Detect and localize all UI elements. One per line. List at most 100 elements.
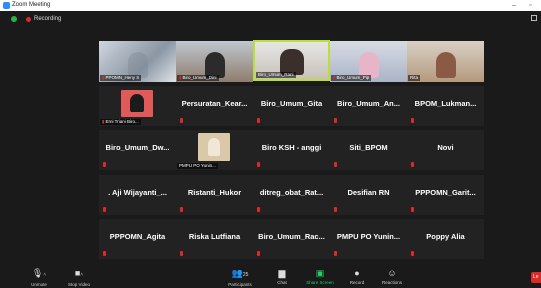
meeting-topbar — [0, 11, 541, 28]
view-grid-icon[interactable] — [531, 15, 537, 21]
participant-name: Biro_Umum_Rani — [256, 72, 296, 78]
muted-mic-icon — [334, 118, 337, 123]
muted-mic-icon — [103, 251, 106, 256]
unmute-button[interactable]: 🎙˄ Unmute — [28, 268, 50, 288]
video-tile[interactable]: ▮Biro_Umum_Dini — [176, 41, 253, 82]
video-tile[interactable]: Rita — [407, 41, 484, 82]
participant-tile[interactable]: PPPOMN_Agita — [99, 219, 176, 259]
participant-tile[interactable]: Siti_BPOM — [330, 130, 407, 170]
muted-mic-icon — [103, 162, 106, 167]
participant-name: Siti_BPOM — [349, 143, 388, 152]
participant-tile[interactable]: Poppy Alia — [407, 219, 484, 259]
video-tile[interactable]: ▮Biro_Umum_Pip — [330, 41, 407, 82]
participant-name: . Aji Wijayanti_... — [108, 188, 167, 197]
recording-dot-icon — [26, 17, 31, 22]
share-screen-icon: ▣ — [315, 268, 325, 278]
chat-label: Chat — [277, 280, 287, 285]
participant-name: Persuratan_Kear... — [181, 99, 248, 108]
participants-icon: 👥25 — [231, 268, 249, 278]
participant-tile[interactable]: ▮Erni Triani Biro... — [99, 86, 176, 126]
participant-tile[interactable]: Persuratan_Kear... — [176, 86, 253, 126]
share-screen-label: Share Screen — [306, 280, 334, 285]
minimize-icon[interactable]: – — [512, 1, 516, 10]
stop-video-button[interactable]: ■˄ Stop Video — [64, 268, 94, 288]
video-tile[interactable]: ▮PPOMN_Heny S — [99, 41, 176, 82]
muted-mic-icon — [257, 251, 260, 256]
muted-mic-icon — [180, 207, 183, 212]
zoom-logo-icon — [3, 2, 10, 9]
video-tile-active-speaker[interactable]: Biro_Umum_Rani — [253, 40, 330, 81]
muted-mic-icon — [411, 207, 414, 212]
participant-name: PMPU PO Yunin... — [336, 232, 401, 241]
stop-video-label: Stop Video — [68, 282, 90, 287]
participant-tile[interactable]: Novi — [407, 130, 484, 170]
muted-mic-icon — [334, 251, 337, 256]
muted-mic-icon — [411, 251, 414, 256]
chat-button[interactable]: ▆ Chat — [272, 268, 292, 286]
record-button[interactable]: ● Record — [346, 268, 368, 286]
participant-name: Biro_Umum_Gita — [260, 99, 323, 108]
muted-mic-icon — [257, 118, 260, 123]
participant-tile[interactable]: Biro_Umum_Gita — [253, 86, 330, 126]
muted-mic-icon — [180, 251, 183, 256]
participant-tile[interactable]: Desifian RN — [330, 175, 407, 215]
muted-mic-icon — [180, 118, 183, 123]
participant-name: Rita — [408, 75, 421, 81]
muted-mic-icon — [257, 207, 260, 212]
participant-name: Ristanti_Hukor — [187, 188, 242, 197]
leave-button[interactable]: Le — [531, 272, 541, 283]
security-shield-icon[interactable] — [11, 16, 17, 22]
participant-tile[interactable]: ditreg_obat_Rat... — [253, 175, 330, 215]
participant-name: PPPOMN_Garit... — [415, 188, 476, 197]
mic-muted-icon: 🎙˄ — [31, 268, 47, 278]
participant-name: PPPOMN_Agita — [109, 232, 166, 241]
muted-mic-icon — [103, 207, 106, 212]
participants-button[interactable]: 👥25 Participants — [222, 268, 258, 288]
profile-photo — [198, 133, 230, 161]
share-screen-button[interactable]: ▣ Share Screen — [303, 268, 337, 286]
video-feed — [435, 52, 456, 78]
participant-name: ditreg_obat_Rat... — [259, 188, 324, 197]
participant-name: Novi — [437, 143, 454, 152]
reactions-label: Reactions — [381, 280, 402, 285]
participant-name: Biro_Umum_An... — [337, 99, 400, 108]
participant-tile[interactable]: PPPOMN_Garit... — [407, 175, 484, 215]
profile-photo — [121, 90, 153, 117]
participant-tile[interactable]: Biro_Umum_An... — [330, 86, 407, 126]
window-title: Zoom Meeting — [12, 2, 51, 8]
participant-tile[interactable]: Biro_Umum_Dw... — [99, 130, 176, 170]
window-titlebar: Zoom Meeting – ▫ — [0, 0, 541, 11]
maximize-icon[interactable]: ▫ — [529, 1, 531, 10]
muted-mic-icon — [411, 162, 414, 167]
participant-tile[interactable]: Riska Lutfiana — [176, 219, 253, 259]
video-camera-icon: ■˄ — [74, 268, 84, 278]
participant-name: ▮Biro_Umum_Dini — [177, 75, 219, 81]
recording-label: Recording — [34, 16, 62, 22]
participant-tile[interactable]: Biro_Umum_Rac... — [253, 219, 330, 259]
participant-tile[interactable]: PMPU PO Yunin... — [330, 219, 407, 259]
participant-name: Biro KSH - anggi — [261, 143, 322, 152]
participant-tile[interactable]: BPOM_Lukman... — [407, 86, 484, 126]
participant-tile[interactable]: Biro KSH - anggi — [253, 130, 330, 170]
chat-bubble-icon: ▆ — [278, 268, 286, 278]
record-label: Record — [349, 280, 365, 285]
muted-mic-icon — [334, 207, 337, 212]
participant-tile[interactable]: Ristanti_Hukor — [176, 175, 253, 215]
unmute-label: Unmute — [31, 282, 47, 287]
participant-name: Desifian RN — [347, 188, 390, 197]
muted-mic-icon — [257, 162, 260, 167]
participant-tile[interactable]: . Aji Wijayanti_... — [99, 175, 176, 215]
participant-name: Biro_Umum_Dw... — [105, 143, 170, 152]
smiley-icon: ☺ — [387, 268, 397, 278]
participant-tile[interactable]: PMPU PO Yunin... — [176, 130, 253, 170]
participants-label: Participants — [228, 282, 252, 287]
participant-name: BPOM_Lukman... — [414, 99, 477, 108]
participant-name: Poppy Alia — [426, 232, 465, 241]
participant-name: ▮Biro_Umum_Pip — [331, 75, 372, 81]
reactions-button[interactable]: ☺ Reactions — [378, 268, 406, 286]
participant-name: ▮Erni Triani Biro... — [100, 119, 141, 125]
participant-name: Biro_Umum_Rac... — [258, 232, 325, 241]
participant-name: Riska Lutfiana — [188, 232, 241, 241]
muted-mic-icon — [334, 162, 337, 167]
participants-count: 25 — [242, 272, 249, 278]
